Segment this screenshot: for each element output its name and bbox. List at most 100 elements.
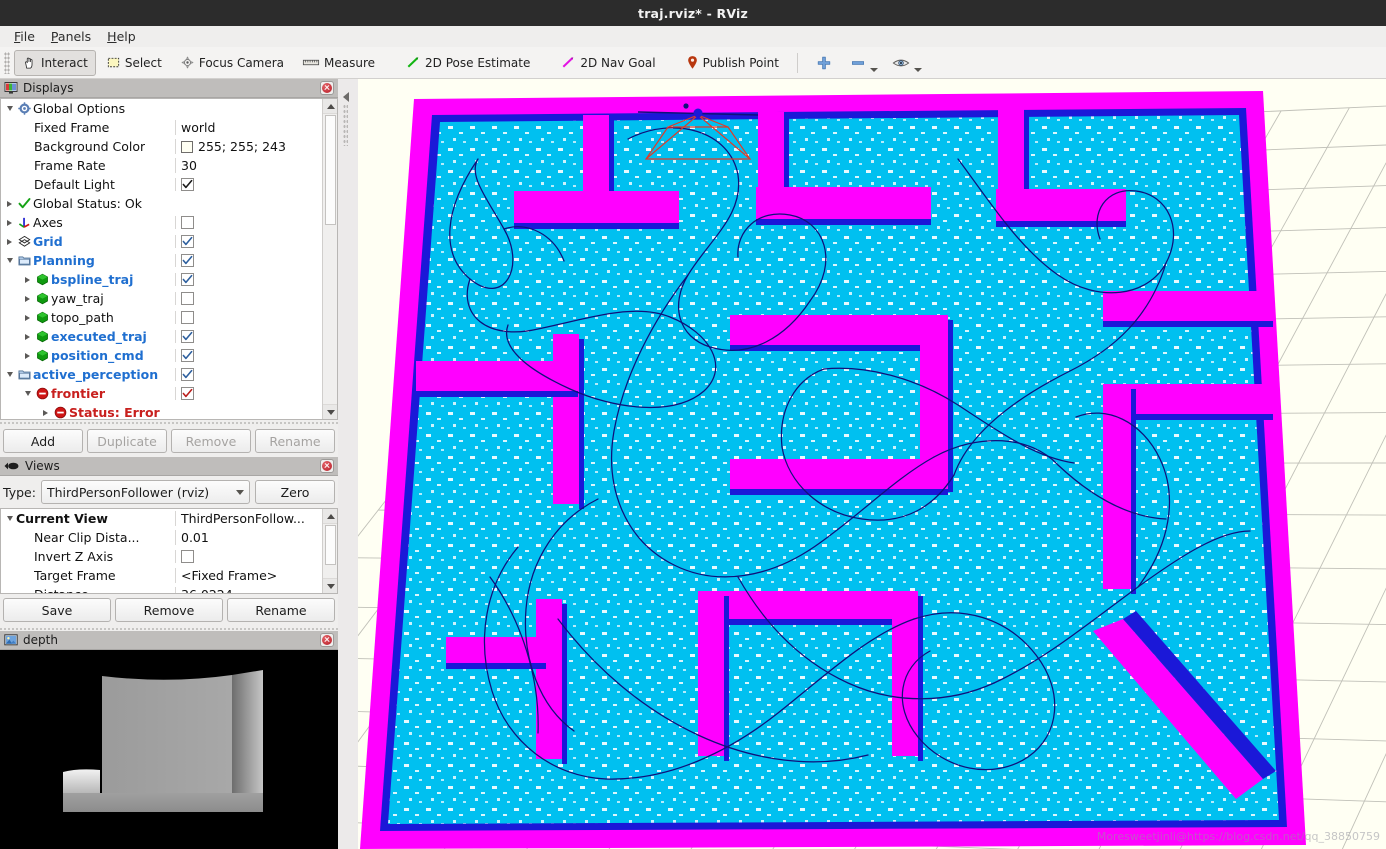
display-item-planning-row[interactable]: Planning [1,251,337,270]
expand-arrow-down-icon[interactable] [3,106,16,111]
display-item-grid-value-cell[interactable] [175,235,337,248]
display-item-planning-value-cell[interactable] [175,254,337,267]
tool-measure[interactable]: Measure [294,50,383,76]
display-item-frontier-row[interactable]: frontier [1,384,337,403]
expand-arrow-down-icon[interactable] [3,516,16,521]
splitter-handle[interactable] [343,104,348,146]
display-item-bspline-traj-row[interactable]: bspline_traj [1,270,337,289]
display-item-yaw-traj-checkbox[interactable] [181,292,194,305]
panel-splitter[interactable] [338,79,358,849]
tool-2d-nav-goal[interactable]: 2D Nav Goal [552,50,663,76]
toolbar-grip[interactable] [4,51,10,74]
menu-help[interactable]: Help [99,27,144,46]
views-scrollbar-thumb[interactable] [325,525,336,565]
view-prop-current-view-row[interactable]: Current View ThirdPersonFollow... [1,509,337,528]
display-item-status-error-row[interactable]: Status: Error [1,403,337,419]
display-item-executed-traj-checkbox[interactable] [181,330,194,343]
display-item-fixed-frame-value-cell[interactable]: world [175,120,337,135]
view-prop-near-clip-dista-value-cell[interactable]: 0.01 [175,530,337,545]
remove-tool-button[interactable] [842,50,882,76]
display-item-grid-checkbox[interactable] [181,235,194,248]
expand-arrow-right-icon[interactable] [3,200,16,207]
display-item-bspline-traj-value-cell[interactable] [175,273,337,286]
tool-interact[interactable]: Interact [14,49,96,76]
display-item-grid-row[interactable]: Grid [1,232,337,251]
tool-publish-point[interactable]: Publish Point [678,50,787,76]
display-item-executed-traj-value-cell[interactable] [175,330,337,343]
expand-arrow-right-icon[interactable] [21,333,34,340]
display-item-default-light-checkbox[interactable] [181,178,194,191]
display-item-yaw-traj-row[interactable]: yaw_traj [1,289,337,308]
view-prop-distance-row[interactable]: Distance 36.0224 [1,585,337,593]
tool-2d-pose-estimate[interactable]: 2D Pose Estimate [397,50,538,76]
expand-arrow-right-icon[interactable] [21,314,34,321]
menu-panels[interactable]: Panels [43,27,99,46]
tool-select[interactable]: Select [98,50,170,76]
expand-arrow-right-icon[interactable] [3,238,16,245]
display-item-yaw-traj-value-cell[interactable] [175,292,337,305]
expand-arrow-right-icon[interactable] [3,219,16,226]
view-prop-invert-z-axis-checkbox[interactable] [181,550,194,563]
expand-arrow-right-icon[interactable] [21,352,34,359]
add-tool-button[interactable] [808,50,840,76]
display-item-global-status-ok-row[interactable]: Global Status: Ok [1,194,337,213]
views-remove-button[interactable]: Remove [115,598,223,622]
views-rename-button[interactable]: Rename [227,598,335,622]
display-item-topo-path-row[interactable]: topo_path [1,308,337,327]
view-prop-current-view-value-cell[interactable]: ThirdPersonFollow... [175,511,337,526]
zero-button[interactable]: Zero [255,480,335,504]
displays-tree[interactable]: Global Options Fixed Frame world Background… [0,98,338,420]
views-scrollbar[interactable] [322,509,337,593]
view-prop-target-frame-row[interactable]: Target Frame <Fixed Frame> [1,566,337,585]
display-item-frontier-checkbox[interactable] [181,387,194,400]
display-item-active-perception-value-cell[interactable] [175,368,337,381]
scroll-up-button[interactable] [323,99,337,114]
displays-panel-close-button[interactable] [320,81,334,95]
expand-arrow-down-icon[interactable] [3,372,16,377]
view-prop-distance-value-cell[interactable]: 36.0224 [175,587,337,593]
displays-scrollbar[interactable] [322,99,337,419]
views-panel-close-button[interactable] [320,459,334,473]
view-type-select[interactable]: ThirdPersonFollower (rviz) [40,480,250,504]
display-item-active-perception-checkbox[interactable] [181,368,194,381]
tool-focus-camera[interactable]: Focus Camera [172,50,292,76]
display-item-bspline-traj-checkbox[interactable] [181,273,194,286]
display-item-position-cmd-value-cell[interactable] [175,349,337,362]
scrollbar-thumb[interactable] [325,115,336,225]
display-item-background-color-row[interactable]: Background Color 255; 255; 243 [1,137,337,156]
view-prop-target-frame-value-cell[interactable]: <Fixed Frame> [175,568,337,583]
views-scroll-up-button[interactable] [323,509,337,524]
display-item-axes-row[interactable]: Axes [1,213,337,232]
display-item-background-color-value-cell[interactable]: 255; 255; 243 [175,139,337,154]
display-item-axes-value-cell[interactable] [175,216,337,229]
display-item-position-cmd-checkbox[interactable] [181,349,194,362]
display-item-position-cmd-row[interactable]: position_cmd [1,346,337,365]
chevron-down-icon[interactable] [870,67,878,73]
view-prop-invert-z-axis-value-cell[interactable] [175,550,337,563]
display-item-frame-rate-row[interactable]: Frame Rate 30 [1,156,337,175]
collapse-panel-arrow-icon[interactable] [343,92,349,102]
display-item-background-color-color-swatch[interactable] [181,140,193,153]
expand-arrow-right-icon[interactable] [39,409,52,416]
expand-arrow-down-icon[interactable] [3,258,16,263]
display-item-planning-checkbox[interactable] [181,254,194,267]
display-item-executed-traj-row[interactable]: executed_traj [1,327,337,346]
display-item-default-light-value-cell[interactable] [175,178,337,191]
display-item-fixed-frame-row[interactable]: Fixed Frame world [1,118,337,137]
display-item-topo-path-value-cell[interactable] [175,311,337,324]
display-item-default-light-row[interactable]: Default Light [1,175,337,194]
visibility-button[interactable] [884,50,926,76]
display-item-frontier-value-cell[interactable] [175,387,337,400]
display-item-topo-path-checkbox[interactable] [181,311,194,324]
scroll-down-button[interactable] [323,404,337,419]
depth-panel-close-button[interactable] [320,633,334,647]
views-save-button[interactable]: Save [3,598,111,622]
expand-arrow-right-icon[interactable] [21,295,34,302]
display-item-active-perception-row[interactable]: active_perception [1,365,337,384]
display-item-frame-rate-value-cell[interactable]: 30 [175,158,337,173]
views-scroll-down-button[interactable] [323,578,337,593]
expand-arrow-right-icon[interactable] [21,276,34,283]
view-prop-invert-z-axis-row[interactable]: Invert Z Axis [1,547,337,566]
chevron-down-icon-2[interactable] [914,67,922,73]
display-item-axes-checkbox[interactable] [181,216,194,229]
